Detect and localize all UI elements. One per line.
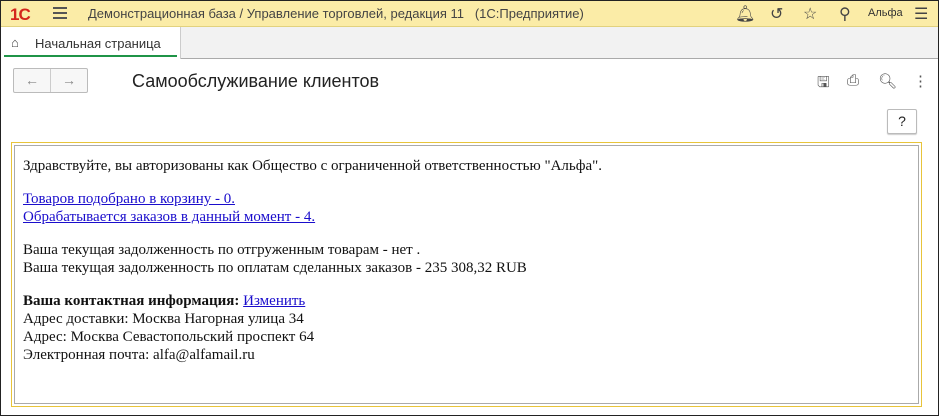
print-icon[interactable]: ⎙	[847, 72, 859, 89]
more-icon[interactable]: ⋮	[913, 72, 928, 90]
debt-orders: Ваша текущая задолженность по оплатам сд…	[23, 260, 527, 276]
search-icon[interactable]: ⚲	[839, 4, 851, 24]
content-frame: Здравствуйте, вы авторизованы как Общест…	[11, 142, 922, 407]
edit-contact-link[interactable]: Изменить	[243, 293, 305, 309]
cart-link[interactable]: Товаров подобрано в корзину - 0.	[23, 191, 235, 207]
back-button[interactable]: ←	[14, 69, 51, 92]
user-name[interactable]: Альфа	[868, 7, 903, 19]
help-button[interactable]: ?	[887, 109, 917, 134]
settings-menu-icon[interactable]: ☰	[914, 4, 928, 24]
top-bar: 1С Демонстрационная база / Управление то…	[1, 1, 938, 27]
tab-bar: ⌂ Начальная страница	[1, 27, 938, 59]
nav-buttons: ← →	[13, 68, 88, 93]
contact-heading: Ваша контактная информация:	[23, 293, 240, 309]
page-title: Самообслуживание клиентов	[132, 71, 380, 91]
star-icon[interactable]: ☆	[803, 4, 817, 24]
delivery-address: Адрес доставки: Москва Нагорная улица 34	[23, 311, 304, 327]
debt-shipped: Ваша текущая задолженность по отгруженны…	[23, 242, 421, 258]
greeting: Здравствуйте, вы авторизованы как Общест…	[23, 158, 602, 174]
tab-label: Начальная страница	[35, 36, 161, 51]
tab-home[interactable]: ⌂ Начальная страница	[1, 27, 181, 59]
app-title: Демонстрационная база / Управление торго…	[88, 6, 584, 21]
history-icon[interactable]: ↺	[770, 4, 783, 24]
preview-icon[interactable]: 🔍︎	[878, 72, 897, 90]
html-content: Здравствуйте, вы авторизованы как Общест…	[14, 145, 919, 404]
active-tab-indicator	[4, 55, 177, 57]
1c-logo: 1С	[10, 5, 31, 24]
home-icon: ⌂	[11, 35, 19, 50]
email: Электронная почта: alfa@alfamail.ru	[23, 347, 255, 363]
orders-link[interactable]: Обрабатывается заказов в данный момент -…	[23, 209, 315, 225]
bell-icon[interactable]: 🔔︎	[735, 4, 755, 24]
address: Адрес: Москва Севастопольский проспект 6…	[23, 329, 315, 345]
forward-button[interactable]: →	[51, 69, 87, 92]
save-icon[interactable]: 🖫	[817, 72, 830, 97]
menu-icon[interactable]	[53, 7, 67, 19]
